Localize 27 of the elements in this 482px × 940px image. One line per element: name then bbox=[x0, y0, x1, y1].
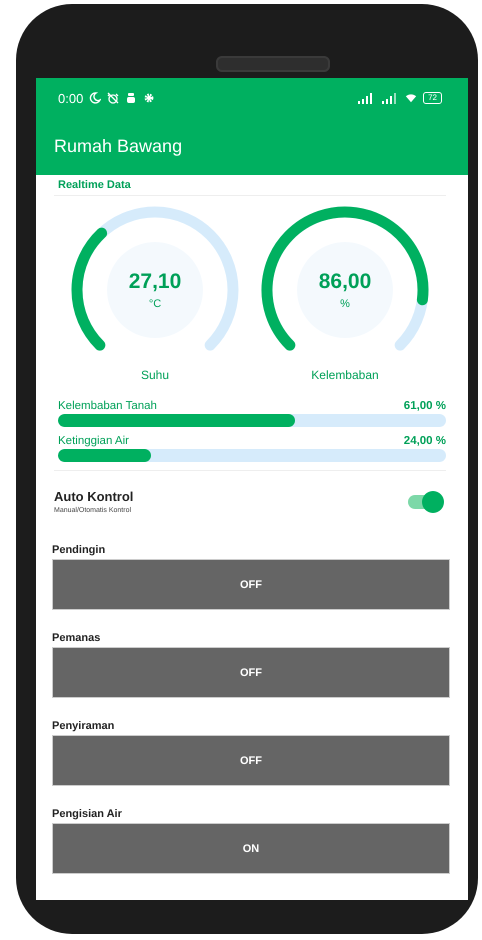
toggle-button[interactable]: OFF bbox=[52, 647, 450, 698]
bar-label: Kelembaban Tanah bbox=[58, 400, 157, 412]
battery-indicator: 72 bbox=[423, 92, 442, 104]
toggle-button[interactable]: ON bbox=[52, 823, 450, 874]
settings-icon bbox=[143, 92, 156, 104]
gauge-unit: % bbox=[340, 298, 350, 310]
app-title: Rumah Bawang bbox=[54, 136, 182, 157]
wifi-icon bbox=[405, 92, 418, 104]
control-label: Penyiraman bbox=[52, 720, 116, 732]
control-label: Pemanas bbox=[52, 632, 102, 644]
toggle-button[interactable]: OFF bbox=[52, 559, 450, 610]
toggle-button[interactable]: OFF bbox=[52, 735, 450, 786]
bar-reading: 24,00 % bbox=[404, 435, 446, 447]
gauge-unit: °C bbox=[148, 298, 162, 310]
status-time: 0:00 bbox=[58, 90, 84, 106]
control-label: Pengisian Air bbox=[52, 808, 123, 820]
setting-title: Auto Kontrol bbox=[54, 489, 134, 504]
moon-icon bbox=[89, 92, 102, 104]
gauge-value: 86,00 bbox=[318, 270, 372, 294]
alarm-off-icon bbox=[107, 92, 120, 104]
control-label: Pendingin bbox=[52, 544, 106, 556]
gauge-value: 27,10 bbox=[128, 270, 182, 294]
bar-label: Ketinggian Air bbox=[58, 435, 129, 447]
section-title: Realtime Data bbox=[54, 179, 446, 196]
gauge-label: Kelembaban bbox=[311, 368, 379, 382]
gauge-label: Suhu bbox=[140, 368, 170, 382]
bar-reading: 61,00 % bbox=[404, 400, 446, 412]
